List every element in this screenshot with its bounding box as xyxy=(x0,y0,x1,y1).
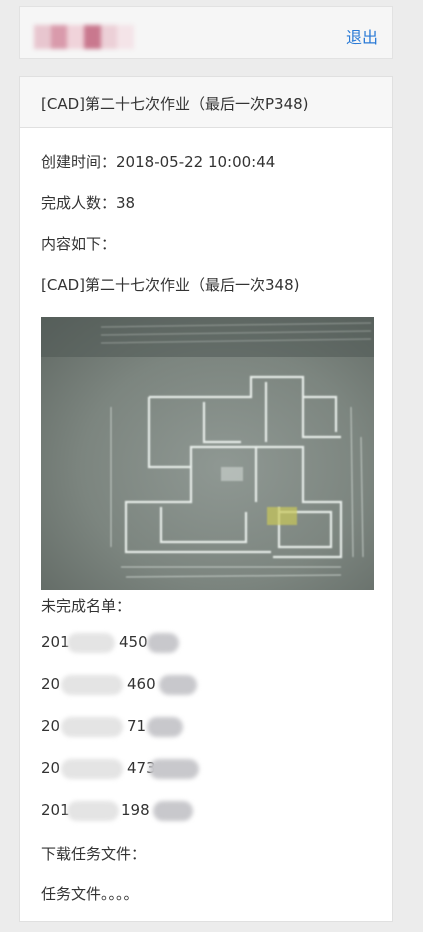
top-bar: 退出 xyxy=(19,6,393,59)
redacted-name xyxy=(159,675,197,695)
floor-plan-icon xyxy=(41,317,374,578)
completed-count-value: 38 xyxy=(116,194,136,212)
student-id-mid: 450 xyxy=(119,633,148,651)
redacted-block xyxy=(67,801,119,821)
student-id-mid: 460 xyxy=(127,675,156,693)
blur-block xyxy=(34,25,51,49)
redacted-block xyxy=(61,759,123,779)
student-id-prefix: 20 xyxy=(41,717,61,735)
student-id-prefix: 20 xyxy=(41,675,61,693)
redacted-name xyxy=(147,633,179,653)
created-time-value: 2018-05-22 10:00:44 xyxy=(116,153,276,171)
floor-plan-photo xyxy=(41,317,374,590)
student-id-prefix: 201 xyxy=(41,801,70,819)
download-label: 下载任务文件： xyxy=(41,845,147,863)
student-id-mid: 198 xyxy=(121,801,150,819)
logout-link[interactable]: 退出 xyxy=(346,24,378,48)
blur-block xyxy=(100,25,118,49)
created-time-label: 创建时间： xyxy=(41,153,117,171)
incomplete-list-label: 未完成名单： xyxy=(41,597,132,615)
completed-count-row: 完成人数：38 xyxy=(41,192,135,213)
redacted-name xyxy=(147,717,183,737)
redacted-block xyxy=(61,717,123,737)
blurred-username xyxy=(34,25,135,49)
content-text: [CAD]第二十七次作业（最后一次348) xyxy=(41,276,300,294)
created-time-row: 创建时间：2018-05-22 10:00:44 xyxy=(41,151,275,172)
assignment-title: [CAD]第二十七次作业（最后一次P348) xyxy=(20,77,392,128)
blur-block xyxy=(117,25,135,49)
content-label: 内容如下： xyxy=(41,235,117,253)
redacted-block xyxy=(67,633,115,653)
completed-count-label: 完成人数： xyxy=(41,194,117,212)
blur-block xyxy=(84,25,101,49)
task-file-link[interactable]: 任务文件。。。。 xyxy=(41,883,139,904)
redacted-name xyxy=(149,759,199,779)
student-id-prefix: 201 xyxy=(41,633,70,651)
blur-block xyxy=(50,25,68,49)
assignment-card: [CAD]第二十七次作业（最后一次P348) 创建时间：2018-05-22 1… xyxy=(19,76,393,922)
blur-block xyxy=(67,25,85,49)
student-id-mid: 71 xyxy=(127,717,147,735)
redacted-block xyxy=(61,675,123,695)
page: 退出 [CAD]第二十七次作业（最后一次P348) 创建时间：2018-05-2… xyxy=(0,0,423,932)
student-id-prefix: 20 xyxy=(41,759,61,777)
redacted-name xyxy=(153,801,193,821)
